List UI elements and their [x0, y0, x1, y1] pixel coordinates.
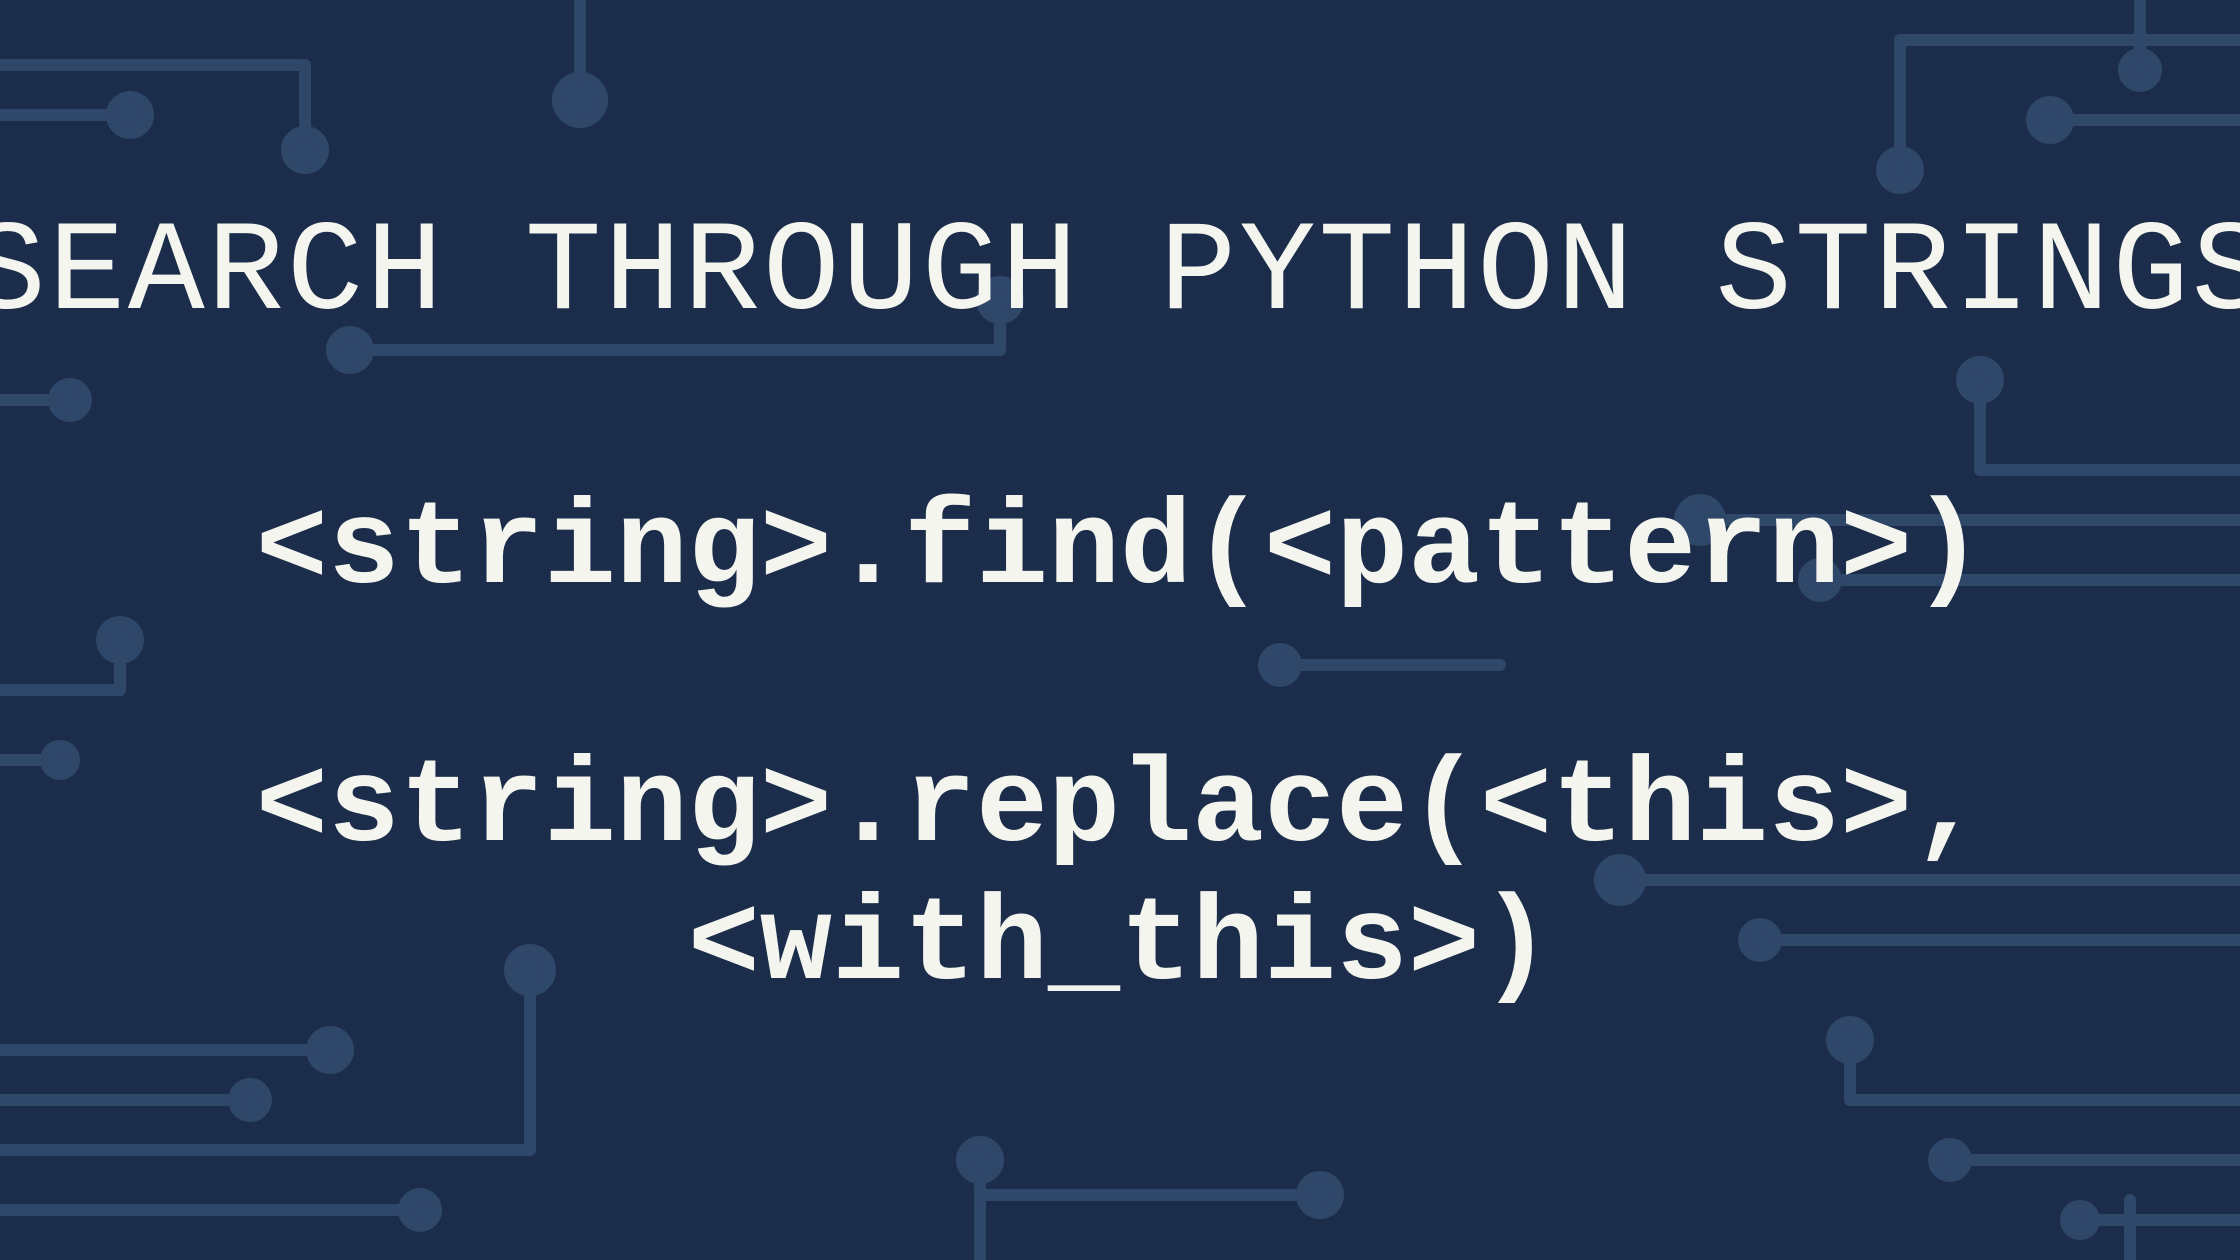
code-replace-line1: <string>.replace(<this>,: [256, 741, 1984, 877]
code-example-find: <string>.find(<pattern>): [256, 482, 1984, 620]
slide-content: SEARCH THROUGH PYTHON STRINGS <string>.f…: [0, 0, 2240, 1260]
slide-title: SEARCH THROUGH PYTHON STRINGS: [0, 208, 2240, 342]
code-replace-line2: <with_this>): [688, 879, 1552, 1015]
code-example-replace: <string>.replace(<this>, <with_this>): [256, 740, 1984, 1016]
slide: SEARCH THROUGH PYTHON STRINGS <string>.f…: [0, 0, 2240, 1260]
